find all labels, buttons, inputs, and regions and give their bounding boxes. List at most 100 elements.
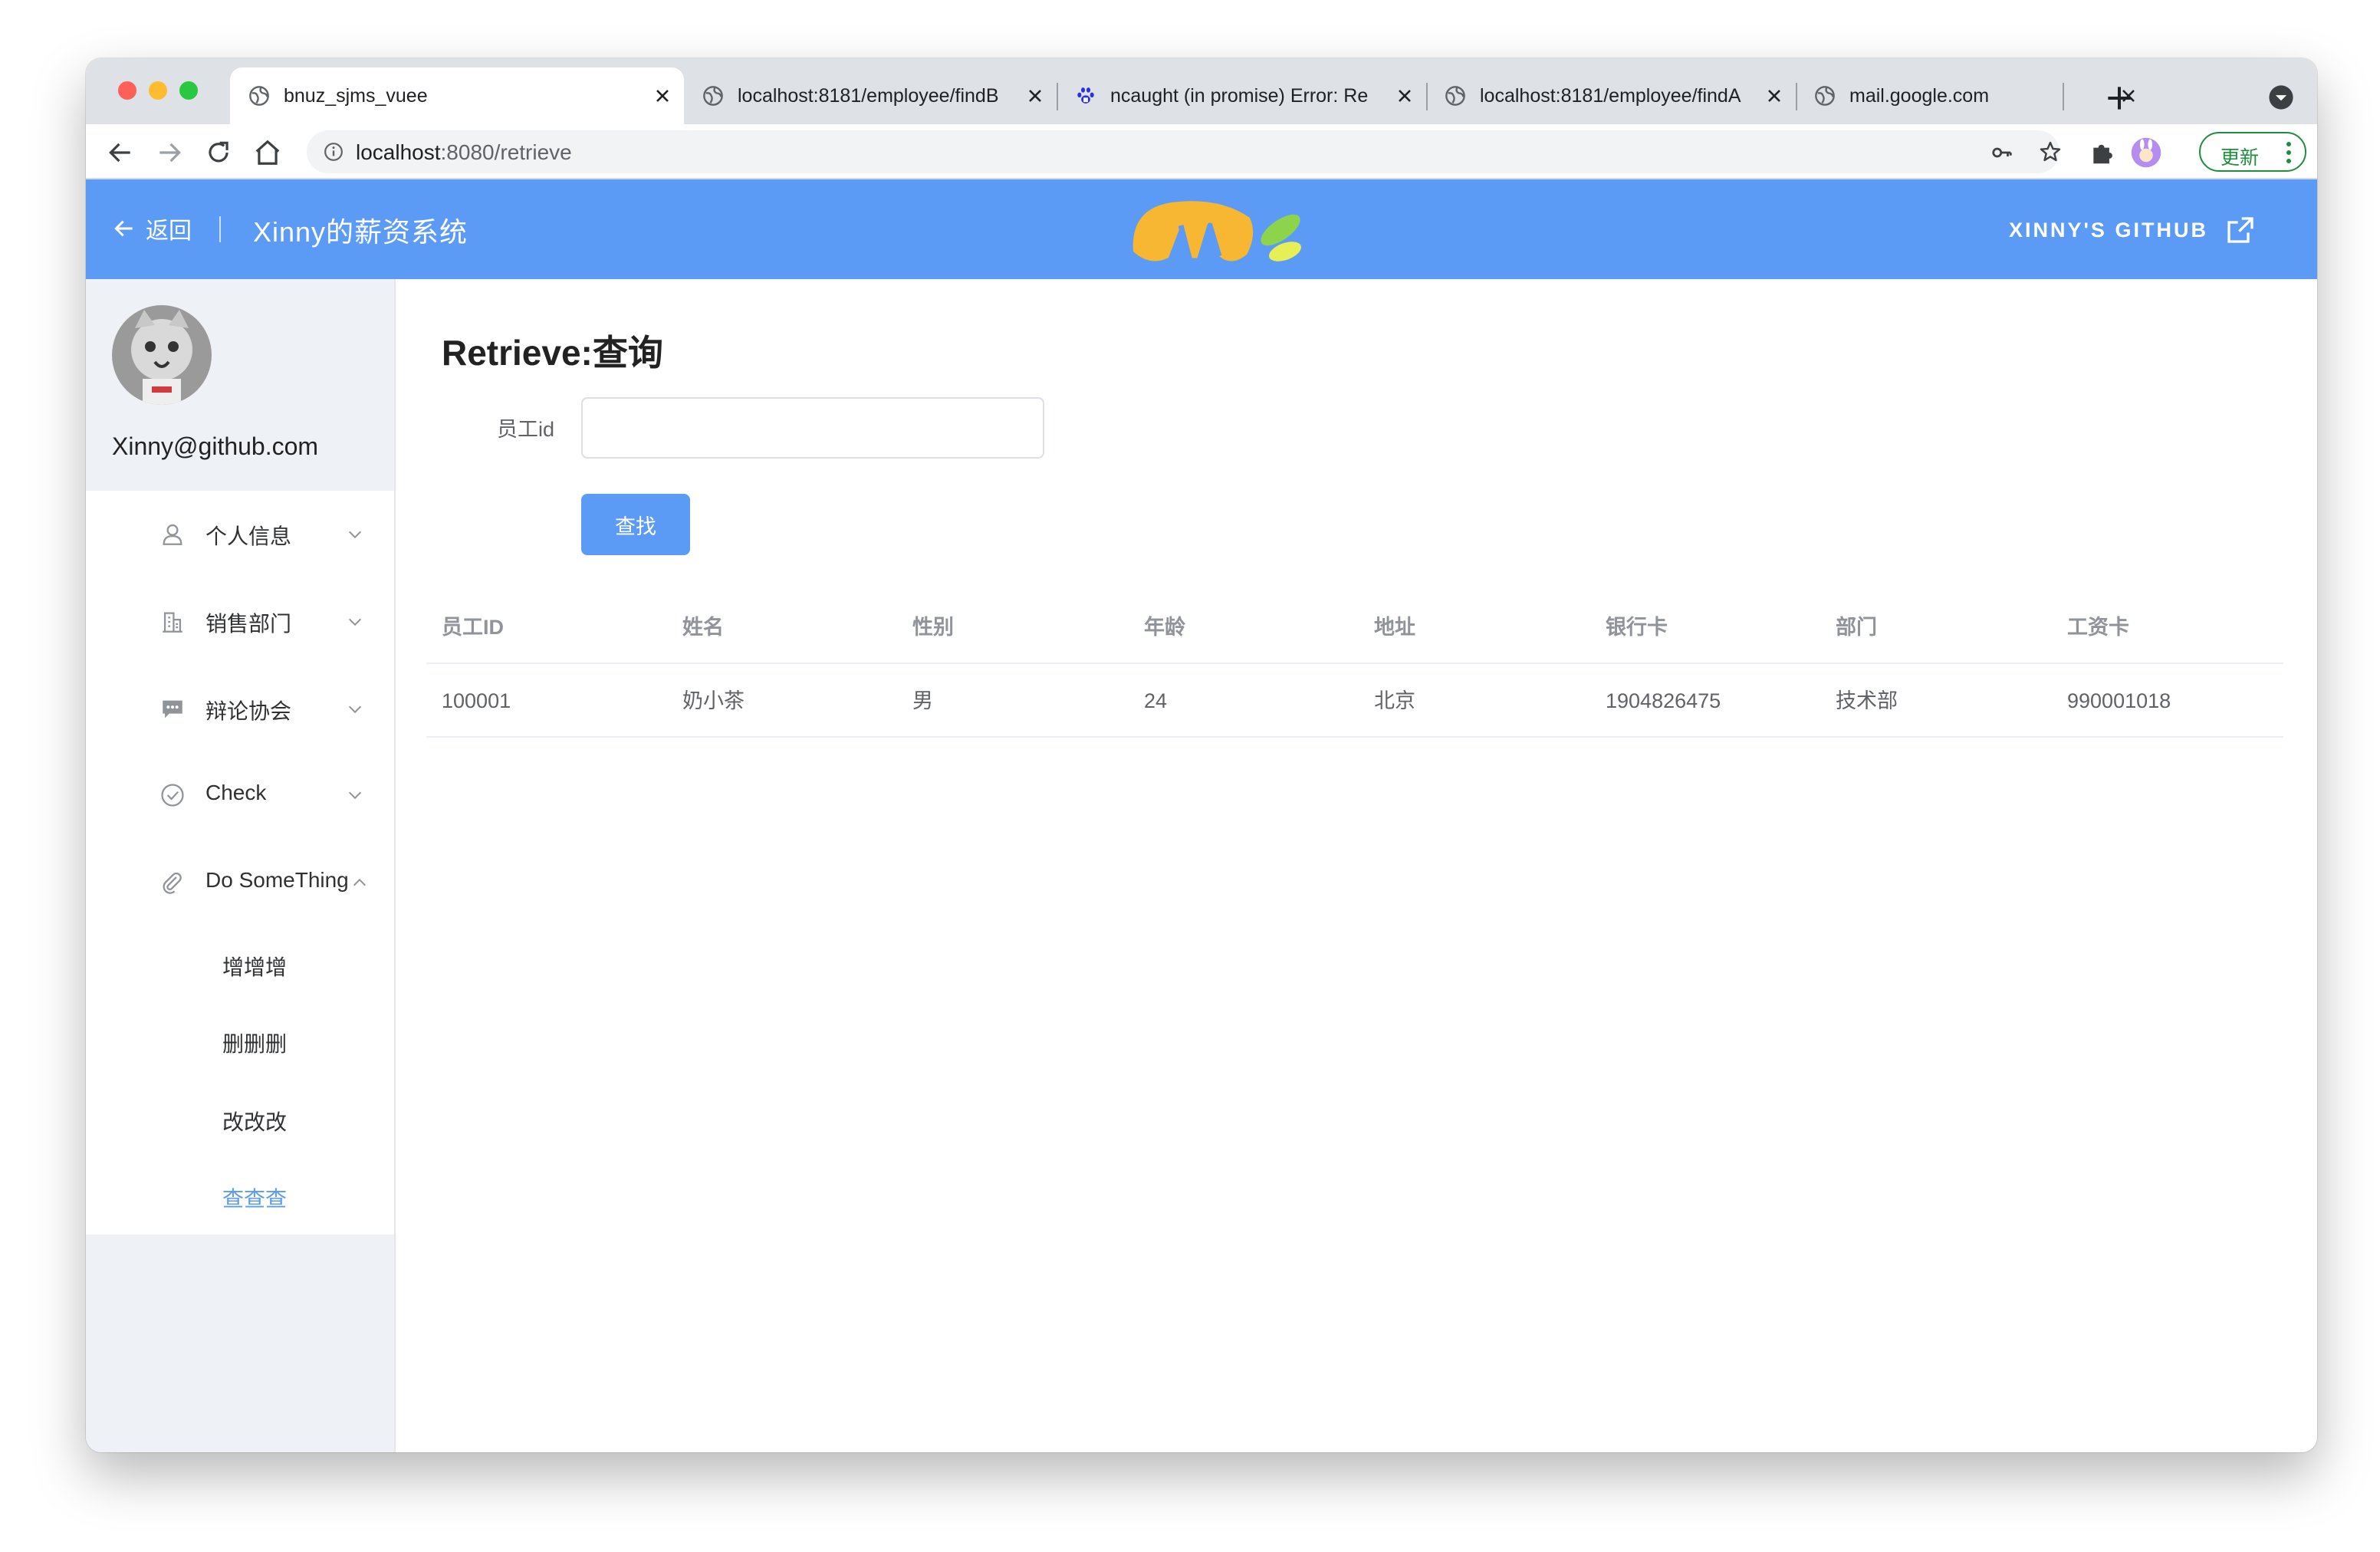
bookmark-star-icon[interactable] [2038,140,2063,164]
submenu-item-add[interactable]: 增增增 [86,925,394,1001]
tab-employee-findb[interactable]: localhost:8181/employee/findB [684,67,1057,124]
cell-salary-card: 990001018 [2067,689,2171,712]
check-circle-icon [161,784,184,807]
column-header[interactable]: 姓名 [682,590,724,664]
menu-item-debate-club[interactable]: 辩论协会 [86,666,394,751]
update-button[interactable]: 更新 [2199,132,2306,172]
forward-arrow-icon[interactable] [155,138,184,167]
maximize-window-button[interactable] [179,81,198,100]
close-window-button[interactable] [118,81,136,100]
tab-bnuz-sjms-vuee[interactable]: bnuz_sjms_vuee [230,67,684,124]
main-content: Retrieve:查询 员工id 查找 员工ID 姓名 性别 年龄 地址 银行卡… [396,279,2317,1452]
more-menu-icon[interactable] [2286,141,2291,164]
chevron-down-icon [348,618,362,626]
minimize-window-button[interactable] [149,81,167,100]
globe-icon [1445,86,1465,106]
cell-address: 北京 [1374,689,1415,712]
tab-search-icon[interactable] [2268,84,2294,110]
close-tab-icon[interactable] [1394,85,1415,107]
home-icon[interactable] [253,138,282,167]
paperclip-icon [163,872,182,894]
menu-item-do-something[interactable]: Do SomeThing [86,839,394,925]
browser-toolbar: localhost:8080/retrieve 更新 [86,124,2317,179]
back-link[interactable]: 返回 [112,210,192,247]
column-header[interactable]: 性别 [912,590,954,664]
address-bar[interactable]: localhost:8080/retrieve [307,130,2061,173]
tab-title: localhost:8181/employee/findB [738,84,999,107]
new-tab-icon[interactable] [2102,81,2136,115]
github-link[interactable]: XINNY'S GITHUB [2009,212,2256,248]
menu-label: 个人信息 [205,524,292,548]
find-button[interactable]: 查找 [581,494,690,555]
update-label: 更新 [2221,147,2260,169]
close-tab-icon[interactable] [652,85,673,107]
submenu-label: 增增增 [222,955,288,979]
cell-name: 奶小茶 [682,689,745,712]
office-building-icon [163,612,182,633]
submenu-label: 查查查 [222,1187,288,1211]
arrow-left-icon [114,220,133,237]
tab-uncaught-error[interactable]: ncaught (in promise) Error: Re [1057,67,1426,124]
submenu-label: 改改改 [222,1110,288,1134]
reload-icon[interactable] [204,138,233,167]
user-icon [163,524,182,545]
column-header[interactable]: 年龄 [1144,590,1185,664]
column-header[interactable]: 工资卡 [2067,590,2129,664]
cell-employee-id: 100001 [442,689,511,712]
url-path: :8080/retrieve [440,140,572,164]
close-tab-icon[interactable] [1764,85,1785,107]
url-text: localhost:8080/retrieve [356,140,572,165]
tab-title: ncaught (in promise) Error: Re [1110,84,1369,107]
menu-label: Do SomeThing [205,868,349,892]
extensions-puzzle-icon[interactable] [2089,138,2118,167]
table-row[interactable]: 100001 奶小茶 男 24 北京 1904826475 技术部 990001… [426,664,2283,738]
info-icon[interactable] [324,142,344,162]
cell-bank-card: 1904826475 [1606,689,1721,712]
app-header: 返回 Xinny的薪资系统 XINNY'S GITHUB [86,179,2317,279]
back-arrow-icon[interactable] [106,138,135,167]
tab-mail-google[interactable]: mail.google.com [1796,67,2150,124]
menu-item-sales-dept[interactable]: 销售部门 [86,578,394,664]
submenu-item-retrieve[interactable]: 查查查 [86,1156,394,1233]
chevron-down-icon [348,531,362,539]
employee-id-input[interactable] [581,397,1044,459]
baidu-paw-icon [1077,87,1094,104]
tab-title: bnuz_sjms_vuee [284,84,428,107]
avatar[interactable] [112,305,212,405]
menu-item-check[interactable]: Check [86,751,394,837]
key-icon[interactable] [1990,141,2013,164]
menu-label: 销售部门 [205,612,292,636]
tab-employee-finda[interactable]: localhost:8181/employee/findA [1426,67,1796,124]
submenu-item-delete[interactable]: 删删删 [86,1001,394,1078]
globe-icon [703,86,723,106]
employee-id-label: 员工id [497,418,555,441]
submenu-label: 删删删 [222,1032,288,1056]
profile-avatar-icon[interactable] [2130,136,2162,169]
close-tab-icon[interactable] [1024,85,1046,107]
browser-window: bnuz_sjms_vuee localhost:8181/employee/f… [86,58,2317,1452]
column-header[interactable]: 地址 [1374,590,1415,664]
column-header[interactable]: 员工ID [442,590,504,664]
column-header[interactable]: 银行卡 [1606,590,1668,664]
cell-gender: 男 [912,689,933,712]
tab-strip: bnuz_sjms_vuee localhost:8181/employee/f… [86,58,2317,124]
chevron-down-icon [348,705,362,714]
page-title: Retrieve:查询 [442,333,663,373]
external-link-icon [2227,217,2253,243]
globe-icon [249,86,269,106]
tab-title: mail.google.com [1849,84,1990,107]
user-panel: Xinny@github.com [86,279,394,491]
user-email: Xinny@github.com [112,432,319,460]
nav-menu: 个人信息 销售部门 辩论协会 Check Do SomeThing 增增增 删删… [86,491,394,1235]
tab-separator [2063,83,2064,110]
column-header[interactable]: 部门 [1836,590,1877,664]
menu-label: 辩论协会 [205,699,292,723]
github-label: XINNY'S GITHUB [2009,218,2208,242]
back-label: 返回 [146,219,192,244]
submenu-item-update[interactable]: 改改改 [86,1080,394,1156]
header-divider [219,216,221,242]
menu-item-personal-info[interactable]: 个人信息 [86,491,394,577]
app-title: Xinny的薪资系统 [253,216,468,248]
cell-department: 技术部 [1836,689,1898,712]
chat-bubble-icon [163,700,182,718]
